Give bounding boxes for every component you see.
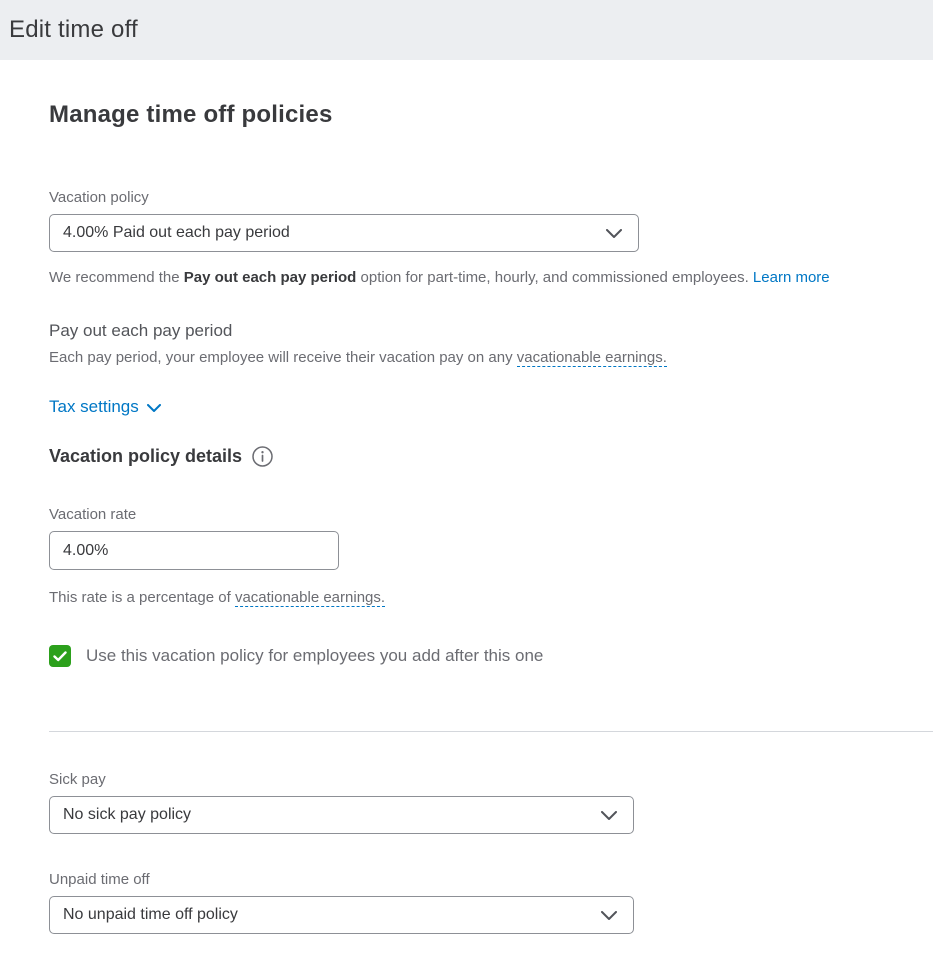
vacation-policy-label: Vacation policy bbox=[49, 189, 933, 206]
vacation-policy-selected-value: 4.00% Paid out each pay period bbox=[63, 224, 290, 242]
vacation-policy-details-heading: Vacation policy details bbox=[49, 446, 933, 467]
vacationable-earnings-term-link[interactable]: vacationable earnings. bbox=[517, 349, 667, 367]
rate-help-prefix: This rate is a percentage of bbox=[49, 589, 235, 606]
learn-more-link[interactable]: Learn more bbox=[753, 269, 830, 286]
tax-settings-toggle[interactable]: Tax settings bbox=[49, 397, 161, 417]
chevron-down-icon bbox=[606, 229, 622, 238]
sick-pay-select[interactable]: No sick pay policy bbox=[49, 796, 634, 834]
info-icon[interactable] bbox=[252, 446, 273, 467]
payout-section-title: Pay out each pay period bbox=[49, 321, 933, 341]
sick-pay-label: Sick pay bbox=[49, 771, 933, 788]
default-policy-checkbox-label: Use this vacation policy for employees y… bbox=[86, 646, 543, 666]
page-title: Manage time off policies bbox=[49, 101, 933, 129]
tax-settings-label: Tax settings bbox=[49, 397, 139, 417]
chevron-down-icon bbox=[147, 397, 161, 417]
vacation-rate-input[interactable] bbox=[49, 531, 339, 570]
default-policy-checkbox-row[interactable]: Use this vacation policy for employees y… bbox=[49, 645, 933, 667]
window-title: Edit time off bbox=[9, 16, 138, 44]
recommendation-bold: Pay out each pay period bbox=[184, 269, 357, 286]
recommendation-text: We recommend the Pay out each pay period… bbox=[49, 269, 933, 286]
section-divider bbox=[49, 731, 933, 732]
edit-time-off-panel: Manage time off policies Vacation policy… bbox=[0, 101, 933, 934]
page-header: Edit time off bbox=[0, 0, 933, 60]
check-icon bbox=[53, 651, 67, 662]
recommendation-prefix: We recommend the bbox=[49, 269, 184, 286]
vacation-rate-label: Vacation rate bbox=[49, 506, 933, 523]
payout-section-description: Each pay period, your employee will rece… bbox=[49, 349, 933, 366]
payout-description-prefix: Each pay period, your employee will rece… bbox=[49, 349, 517, 366]
recommendation-suffix: option for part-time, hourly, and commis… bbox=[356, 269, 753, 286]
unpaid-time-off-selected-value: No unpaid time off policy bbox=[63, 906, 238, 924]
chevron-down-icon bbox=[601, 811, 617, 820]
unpaid-time-off-select[interactable]: No unpaid time off policy bbox=[49, 896, 634, 934]
checkbox-checked[interactable] bbox=[49, 645, 71, 667]
vacationable-earnings-term-link[interactable]: vacationable earnings. bbox=[235, 589, 385, 607]
rate-help-text: This rate is a percentage of vacationabl… bbox=[49, 589, 933, 606]
vacation-policy-select[interactable]: 4.00% Paid out each pay period bbox=[49, 214, 639, 252]
vacation-policy-details-title: Vacation policy details bbox=[49, 446, 242, 467]
sick-pay-selected-value: No sick pay policy bbox=[63, 806, 191, 824]
chevron-down-icon bbox=[601, 911, 617, 920]
unpaid-time-off-label: Unpaid time off bbox=[49, 871, 933, 888]
